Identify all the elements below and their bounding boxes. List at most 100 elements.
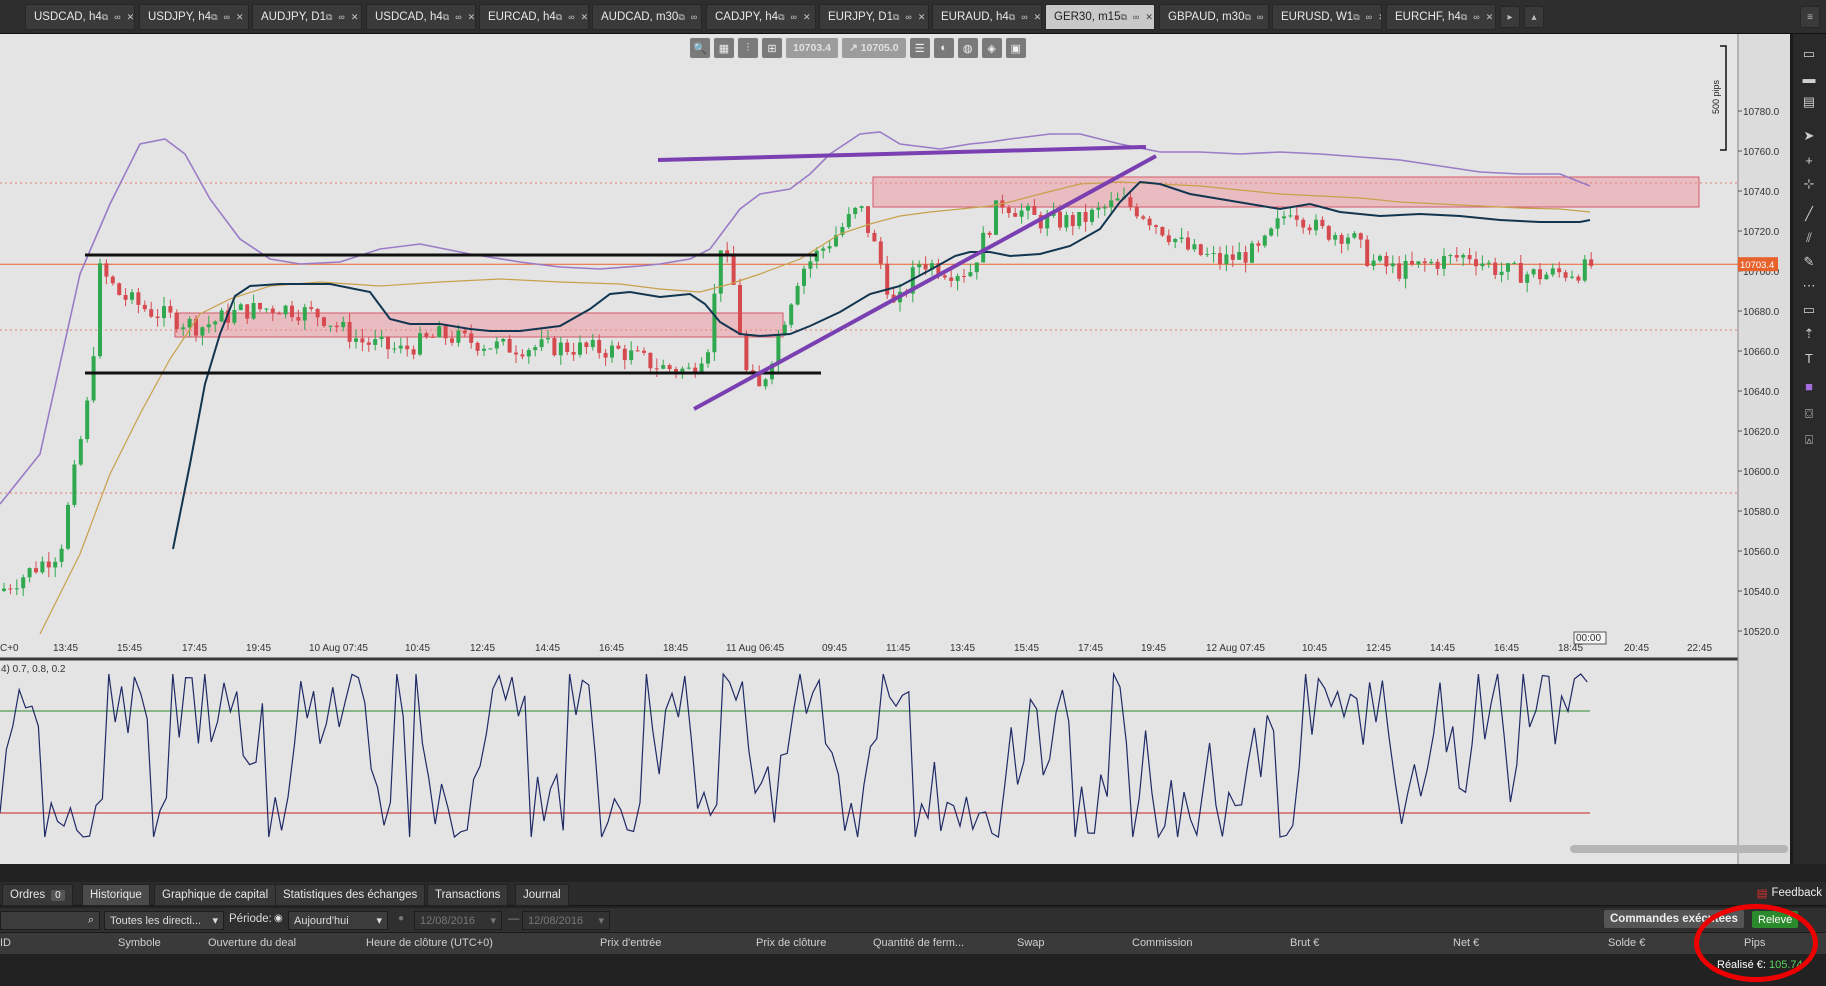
chart-tab[interactable]: CADJPY, h4 ⧉ ∞ ✕ [706, 4, 816, 30]
channel-icon[interactable]: ⫽ [1799, 228, 1819, 248]
screenshot-icon[interactable]: ⌼ [1799, 404, 1819, 424]
trendline-icon[interactable]: ╱ [1799, 204, 1819, 224]
chart-tab[interactable]: GBPAUD, m30⧉∞✕ [1159, 4, 1269, 30]
link-icon[interactable]: ∞ [1021, 12, 1027, 22]
layout-icon[interactable]: ▭ [1799, 44, 1819, 64]
alert-icon[interactable]: ⍓ [1799, 430, 1819, 450]
chart-tab[interactable]: EURCHF, h4 ⧉ ∞ ✕ [1386, 4, 1496, 30]
external-icon[interactable]: ⧉ [211, 12, 217, 23]
external-icon[interactable]: ⧉ [1461, 12, 1467, 23]
external-icon[interactable]: ⧉ [1009, 12, 1015, 23]
tab-statistiques[interactable]: Statistiques des échanges [275, 884, 426, 906]
crosshair-icon[interactable]: + [1799, 150, 1819, 170]
chart-tab[interactable]: USDCAD, h4 ⧉ ∞ ✕ [366, 4, 476, 30]
period-select[interactable]: Aujourd'hui ▾ [288, 911, 388, 930]
pencil-icon[interactable]: ✎ [1799, 252, 1819, 272]
column-header[interactable]: Commission [1132, 937, 1193, 949]
link-icon[interactable]: ∞ [1257, 12, 1263, 22]
camera-icon[interactable]: ▣ [1005, 38, 1026, 58]
feedback-button[interactable]: ▤ Feedback [1757, 886, 1822, 900]
column-header[interactable]: Prix de clôture [756, 937, 826, 949]
external-icon[interactable]: ⧉ [326, 12, 332, 23]
price-chart[interactable]: 10780.010760.010740.010720.010700.010680… [0, 34, 1790, 864]
close-icon[interactable]: ✕ [127, 12, 134, 23]
external-icon[interactable]: ⧉ [678, 12, 684, 23]
chart-settings-icon[interactable]: ▦ [714, 38, 734, 58]
date-from-field[interactable]: 12/08/2016 ▾ [414, 911, 502, 930]
chart-tab[interactable]: GER30, m15 ⧉ ∞ ✕ [1045, 4, 1155, 30]
chart-tab[interactable]: USDCAD, h4 ⧉ ∞ ✕ [25, 4, 135, 30]
column-header[interactable]: Solde € [1608, 937, 1645, 949]
ask-price-box[interactable]: ↗ 10705.0 [841, 38, 906, 58]
column-header[interactable]: Heure de clôture (UTC+0) [366, 937, 493, 949]
close-icon[interactable]: ✕ [1378, 12, 1381, 23]
column-header[interactable]: Ouverture du deal [208, 937, 296, 949]
link-icon[interactable]: ∞ [1366, 12, 1372, 22]
settings-icon[interactable]: ◈ [981, 38, 1002, 58]
link-icon[interactable]: ∞ [568, 12, 574, 22]
color-icon[interactable]: ■ [1799, 376, 1819, 396]
layout-menu-icon[interactable]: ≡ [1800, 6, 1820, 28]
chart-area[interactable]: 10780.0 10760.0 10740.0 10720.0 10700.0 10680… [0, 34, 1790, 864]
scroll-tabs-right-icon[interactable]: ▸ [1500, 6, 1520, 28]
chart-tab[interactable]: EURAUD, h4 ⧉ ∞ ✕ [932, 4, 1042, 30]
tabs-menu-icon[interactable]: ▴ [1524, 6, 1544, 28]
tab-graphique-capital[interactable]: Graphique de capital [154, 884, 277, 906]
search-input[interactable]: ⌕ [0, 911, 100, 930]
zoom-icon[interactable]: 🔍 [690, 38, 710, 58]
close-icon[interactable]: ✕ [1145, 12, 1153, 23]
radio-dates-icon[interactable]: ● [398, 913, 404, 924]
chart-type-icon[interactable]: ⫶ [738, 38, 758, 58]
close-icon[interactable]: ✕ [918, 12, 926, 23]
cursor-icon[interactable]: ➤ [1799, 126, 1819, 146]
link-icon[interactable]: ∞ [338, 12, 344, 22]
chart-tab[interactable]: AUDJPY, D1 ⧉ ∞ ✕ [252, 4, 362, 30]
text-icon[interactable]: T [1799, 348, 1819, 368]
direction-select[interactable]: Toutes les directi... ▾ [104, 911, 224, 930]
close-icon[interactable]: ✕ [351, 12, 359, 23]
external-icon[interactable]: ⧉ [1244, 12, 1250, 23]
link-icon[interactable]: ∞ [1133, 12, 1139, 22]
tab-journal[interactable]: Journal [515, 884, 569, 906]
link-icon[interactable]: ∞ [114, 12, 120, 22]
tab-historique[interactable]: Historique [82, 884, 150, 906]
external-icon[interactable]: ⧉ [1353, 12, 1359, 23]
rectangle-icon[interactable]: ▭ [1799, 300, 1819, 320]
column-header[interactable]: Swap [1017, 937, 1045, 949]
link-icon[interactable]: ∞ [455, 12, 461, 22]
close-icon[interactable]: ✕ [803, 12, 811, 23]
note-icon[interactable]: ◍ [957, 38, 978, 58]
external-icon[interactable]: ⧉ [443, 12, 449, 23]
column-header[interactable]: Net € [1453, 937, 1479, 949]
external-icon[interactable]: ⧉ [1120, 12, 1126, 23]
link-icon[interactable]: ∞ [791, 12, 797, 22]
window-icon[interactable]: ▬ [1799, 68, 1819, 88]
column-header[interactable]: Brut € [1290, 937, 1319, 949]
fibonacci-icon[interactable]: ⋯ [1799, 276, 1819, 296]
radio-period-icon[interactable]: ◉ [274, 913, 283, 924]
close-icon[interactable]: ✕ [1034, 12, 1041, 23]
indicators-icon[interactable]: ⊞ [762, 38, 782, 58]
sentiment-icon[interactable]: ◐ [933, 38, 954, 58]
chart-tab[interactable]: EURJPY, D1 ⧉ ∞ ✕ [819, 4, 929, 30]
chart-tab[interactable]: USDJPY, h4 ⧉ ∞ ✕ [139, 4, 249, 30]
link-icon[interactable]: ∞ [1473, 12, 1479, 22]
close-icon[interactable]: ✕ [468, 12, 475, 23]
tab-ordres[interactable]: Ordres 0 [2, 884, 73, 906]
column-header[interactable]: Quantité de ferm... [873, 937, 964, 949]
external-icon[interactable]: ⧉ [778, 12, 784, 23]
column-header[interactable]: Symbole [118, 937, 161, 949]
date-to-field[interactable]: 12/08/2016 ▾ [522, 911, 610, 930]
panels-icon[interactable]: ▤ [1799, 92, 1819, 112]
list-icon[interactable]: ☰ [909, 38, 930, 58]
column-header[interactable]: ID [0, 937, 11, 949]
external-icon[interactable]: ⧉ [556, 12, 562, 23]
arrow-up-icon[interactable]: ⇡ [1799, 324, 1819, 344]
horizontal-scrollbar[interactable] [1570, 845, 1788, 853]
close-icon[interactable]: ✕ [236, 12, 244, 23]
link-icon[interactable]: ∞ [905, 12, 911, 22]
bid-price-box[interactable]: 10703.4 [786, 38, 838, 58]
link-icon[interactable]: ∞ [691, 12, 697, 22]
chart-tab[interactable]: AUDCAD, m30⧉∞✕ [592, 4, 702, 30]
link-icon[interactable]: ∞ [224, 12, 230, 22]
